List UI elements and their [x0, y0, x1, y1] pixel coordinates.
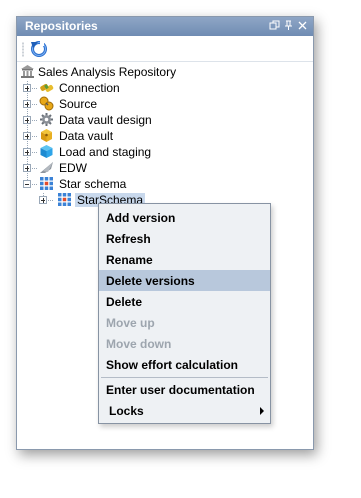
menu-item-label: Move up: [106, 316, 155, 330]
gear-icon: [40, 113, 53, 126]
context-menu: Add version Refresh Rename Delete versio…: [98, 203, 271, 424]
menu-item-delete[interactable]: Delete: [99, 291, 270, 312]
tree-root-label: Sales Analysis Repository: [38, 65, 177, 79]
menu-item-rename[interactable]: Rename: [99, 249, 270, 270]
tree-item-label: Star schema: [59, 177, 127, 191]
menu-item-label: Add version: [106, 211, 176, 225]
cube-icon: [40, 145, 53, 158]
repositories-panel: Repositories Sales Analysis Repository C…: [16, 16, 314, 450]
tree-item-label: Source: [59, 97, 98, 111]
tree-guide-line: [32, 184, 38, 185]
tree-item-label: EDW: [59, 161, 87, 175]
expand-icon[interactable]: [23, 148, 31, 156]
toolbar-grip[interactable]: [22, 42, 24, 57]
tree-item-connection[interactable]: Connection: [17, 80, 307, 96]
tree-item-load-and-staging[interactable]: Load and staging: [17, 144, 307, 160]
expand-icon[interactable]: [23, 116, 31, 124]
tree-item-label: Data vault design: [59, 113, 152, 127]
menu-separator: [101, 377, 268, 378]
tree-guide-line: [32, 168, 38, 169]
menu-item-add-version[interactable]: Add version: [99, 207, 270, 228]
pin-icon[interactable]: [283, 20, 294, 31]
tree-item-data-vault[interactable]: Data vault: [17, 128, 307, 144]
restore-icon[interactable]: [269, 20, 280, 31]
menu-item-label: Enter user documentation: [106, 383, 255, 397]
window-buttons: [269, 20, 308, 32]
menu-item-label: Rename: [106, 253, 153, 267]
tree-item-data-vault-design[interactable]: Data vault design: [17, 112, 307, 128]
tree-item-label: Connection: [59, 81, 120, 95]
menu-item-show-effort-calculation[interactable]: Show effort calculation: [99, 354, 270, 375]
tree-item-star-schema[interactable]: Star schema: [17, 176, 307, 192]
edw-icon: [40, 162, 53, 173]
menu-item-label: Delete: [106, 295, 143, 309]
expand-icon[interactable]: [23, 100, 31, 108]
refresh-icon[interactable]: [30, 40, 48, 58]
menu-item-label: Locks: [109, 404, 144, 418]
data-vault-icon: [41, 129, 52, 142]
star-schema-icon: [58, 193, 71, 206]
tree-guide-line: [32, 88, 38, 89]
menu-item-delete-versions[interactable]: Delete versions: [99, 270, 270, 291]
close-icon[interactable]: [297, 20, 308, 31]
menu-item-move-down: Move down: [99, 333, 270, 354]
menu-item-refresh[interactable]: Refresh: [99, 228, 270, 249]
menu-item-locks[interactable]: Locks: [99, 400, 270, 421]
source-icon: [39, 96, 54, 111]
star-schema-icon: [40, 177, 53, 190]
expand-icon[interactable]: [39, 196, 47, 204]
tree-guide-line: [32, 136, 38, 137]
tree-guide-line: [32, 152, 38, 153]
menu-item-move-up: Move up: [99, 312, 270, 333]
connection-icon: [40, 84, 54, 92]
expand-icon[interactable]: [23, 132, 31, 140]
tree-guide-line: [48, 200, 54, 201]
panel-titlebar: Repositories: [17, 17, 313, 36]
collapse-icon[interactable]: [23, 180, 31, 188]
tree-item-label: Data vault: [59, 129, 114, 143]
panel-title: Repositories: [25, 19, 98, 33]
tree-item-edw[interactable]: EDW: [17, 160, 307, 176]
tree-item-source[interactable]: Source: [17, 96, 307, 112]
repository-icon: [21, 65, 34, 78]
panel-toolbar: [17, 37, 313, 62]
menu-item-label: Refresh: [106, 232, 151, 246]
tree-guide-line: [32, 104, 38, 105]
expand-icon[interactable]: [23, 84, 31, 92]
tree-root[interactable]: Sales Analysis Repository: [17, 64, 307, 80]
tree-item-label: Load and staging: [59, 145, 152, 159]
menu-item-enter-user-documentation[interactable]: Enter user documentation: [99, 379, 270, 400]
menu-item-label: Delete versions: [106, 274, 195, 288]
submenu-arrow-icon: [260, 407, 264, 415]
menu-item-label: Move down: [106, 337, 172, 351]
expand-icon[interactable]: [23, 164, 31, 172]
tree-guide-line: [32, 120, 38, 121]
menu-item-label: Show effort calculation: [106, 358, 239, 372]
